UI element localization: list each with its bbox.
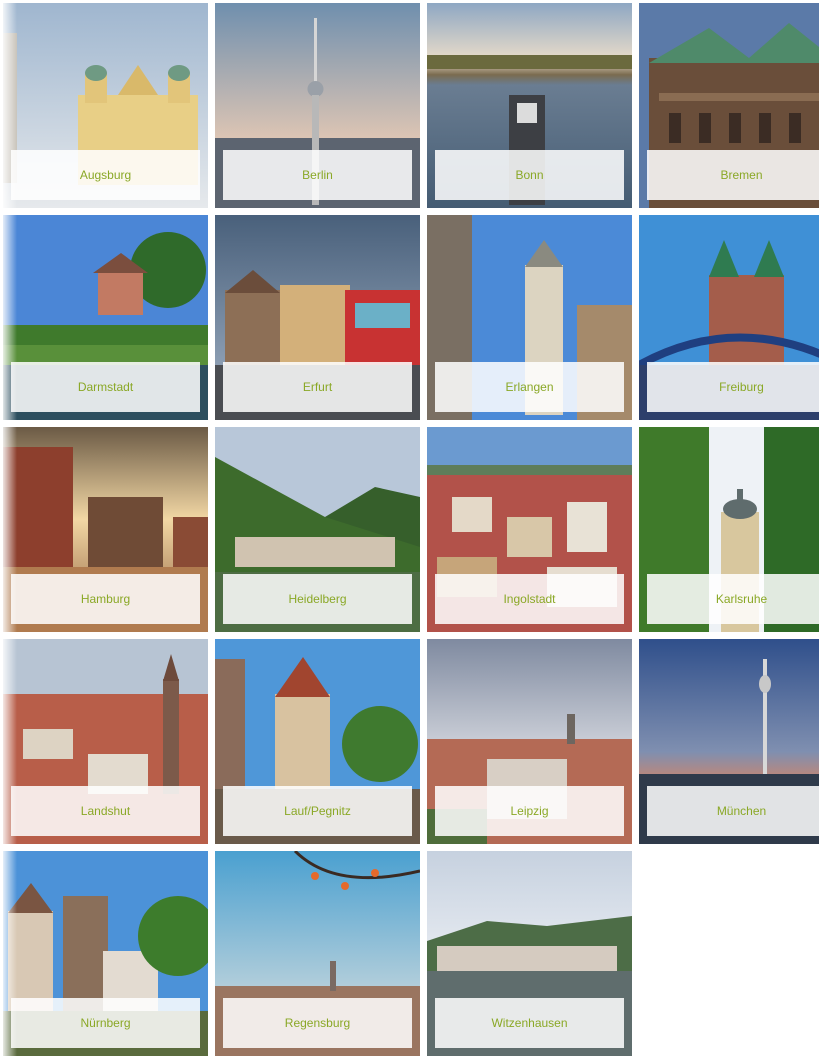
city-tile-landshut[interactable]: Landshut xyxy=(3,639,208,844)
city-tile-nuernberg[interactable]: Nürnberg xyxy=(3,851,208,1056)
city-label: Augsburg xyxy=(11,150,200,200)
city-tile-ingolstadt[interactable]: Ingolstadt xyxy=(427,427,632,632)
city-tile-muenchen[interactable]: München xyxy=(639,639,819,844)
city-grid: Augsburg Berlin Bonn Bremen Darmstadt Er… xyxy=(0,0,819,1056)
city-label: München xyxy=(647,786,819,836)
city-label: Regensburg xyxy=(223,998,412,1048)
city-label: Berlin xyxy=(223,150,412,200)
city-label: Heidelberg xyxy=(223,574,412,624)
city-tile-lauf-pegnitz[interactable]: Lauf/Pegnitz xyxy=(215,639,420,844)
city-label: Lauf/Pegnitz xyxy=(223,786,412,836)
city-tile-bremen[interactable]: Bremen xyxy=(639,3,819,208)
city-label: Witzenhausen xyxy=(435,998,624,1048)
city-label: Erfurt xyxy=(223,362,412,412)
city-label: Darmstadt xyxy=(11,362,200,412)
city-tile-darmstadt[interactable]: Darmstadt xyxy=(3,215,208,420)
city-tile-leipzig[interactable]: Leipzig xyxy=(427,639,632,844)
city-label: Hamburg xyxy=(11,574,200,624)
city-tile-erfurt[interactable]: Erfurt xyxy=(215,215,420,420)
city-label: Bremen xyxy=(647,150,819,200)
city-label: Erlangen xyxy=(435,362,624,412)
city-tile-bonn[interactable]: Bonn xyxy=(427,3,632,208)
city-tile-erlangen[interactable]: Erlangen xyxy=(427,215,632,420)
city-label: Karlsruhe xyxy=(647,574,819,624)
city-tile-witzenhausen[interactable]: Witzenhausen xyxy=(427,851,632,1056)
city-label: Bonn xyxy=(435,150,624,200)
city-label: Nürnberg xyxy=(11,998,200,1048)
city-label: Freiburg xyxy=(647,362,819,412)
city-tile-regensburg[interactable]: Regensburg xyxy=(215,851,420,1056)
city-label: Ingolstadt xyxy=(435,574,624,624)
city-tile-berlin[interactable]: Berlin xyxy=(215,3,420,208)
city-label: Landshut xyxy=(11,786,200,836)
city-tile-augsburg[interactable]: Augsburg xyxy=(3,3,208,208)
city-tile-karlsruhe[interactable]: Karlsruhe xyxy=(639,427,819,632)
city-label: Leipzig xyxy=(435,786,624,836)
city-tile-hamburg[interactable]: Hamburg xyxy=(3,427,208,632)
city-tile-heidelberg[interactable]: Heidelberg xyxy=(215,427,420,632)
city-tile-freiburg[interactable]: Freiburg xyxy=(639,215,819,420)
